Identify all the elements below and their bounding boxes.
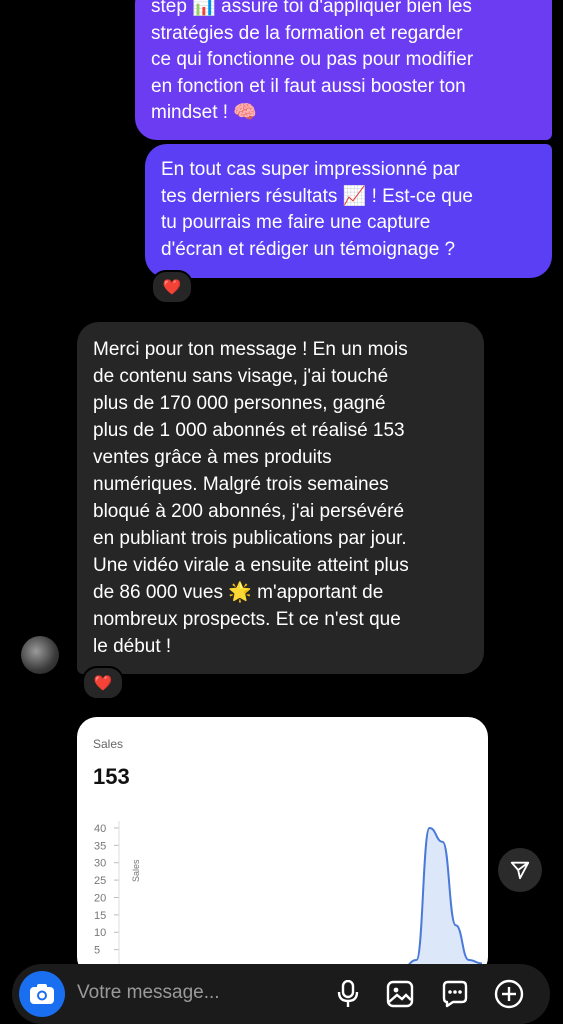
message-line: ventes grâce à mes produits: [93, 447, 332, 468]
message-line: Merci pour ton message ! En un mois: [93, 339, 408, 360]
sales-chart: 40 35 30 25 20 15 10 5 Sales: [94, 821, 483, 977]
incoming-message-bubble[interactable]: Merci pour ton message ! En un mois de c…: [77, 322, 484, 674]
sticker-icon: [442, 980, 468, 1008]
send-icon: [510, 861, 530, 880]
y-axis-label: Sales: [131, 859, 141, 882]
card-total: 153: [93, 764, 130, 789]
message-line: En tout cas super impressionné par: [161, 159, 460, 180]
message-line: numériques. Malgré trois semaines: [93, 474, 389, 495]
y-tick-label: 30: [94, 858, 106, 870]
y-tick-label: 10: [94, 927, 106, 939]
message-line: tu pourrais me faire une capture: [161, 212, 431, 233]
gallery-icon: [386, 980, 414, 1008]
message-line: de 86 000 vues 🌟 m'apportant de: [93, 582, 384, 603]
sticker-button[interactable]: [437, 976, 473, 1012]
camera-button[interactable]: [19, 971, 65, 1017]
heart-icon: ❤️: [93, 675, 113, 692]
message-line: Une vidéo virale a ensuite atteint plus: [93, 555, 409, 576]
message-line: de contenu sans visage, j'ai touché: [93, 366, 389, 387]
y-tick-label: 25: [94, 875, 106, 887]
plus-icon: [494, 979, 524, 1009]
gallery-button[interactable]: [382, 976, 418, 1012]
outgoing-message-bubble[interactable]: step 📊 assure toi d'appliquer bien les s…: [135, 0, 552, 140]
message-line: le début !: [93, 636, 172, 657]
microphone-icon: [337, 980, 359, 1007]
message-composer[interactable]: Votre message...: [12, 964, 550, 1024]
microphone-button[interactable]: [330, 976, 366, 1012]
message-line: nombreux prospects. Et ce n'est que: [93, 609, 401, 630]
message-line: plus de 170 000 personnes, gagné: [93, 393, 386, 414]
heart-icon: ❤️: [162, 279, 182, 296]
outgoing-message-bubble[interactable]: En tout cas super impressionné par tes d…: [145, 144, 552, 278]
message-input[interactable]: Votre message...: [77, 982, 220, 1004]
message-line: mindset ! 🧠: [151, 102, 258, 123]
send-icon-button[interactable]: [498, 848, 542, 892]
y-tick-label: 20: [94, 892, 106, 904]
message-line: tes derniers résultats 📈 ! Est-ce que: [161, 185, 473, 207]
card-label: Sales: [93, 737, 124, 751]
message-line: plus de 1 000 abonnés et réalisé 153: [93, 420, 405, 441]
camera-icon: [30, 984, 54, 1004]
message-line: en publiant trois publications par jour.: [93, 528, 407, 549]
avatar[interactable]: [21, 636, 59, 674]
series-area: [141, 827, 482, 967]
message-line: en fonction et il faut aussi booster ton: [151, 75, 466, 97]
message-line: step 📊 assure toi d'appliquer bien les: [151, 0, 472, 17]
y-tick-label: 40: [94, 823, 106, 835]
message-line: bloqué à 200 abonnés, j'ai persévéré: [93, 501, 405, 522]
y-tick-label: 15: [94, 910, 106, 922]
shared-image-card[interactable]: Sales 153 40 35 30 25 20 15 10 5 Sales: [77, 717, 488, 977]
add-button[interactable]: [491, 976, 527, 1012]
message-line: stratégies de la formation et regarder: [151, 22, 463, 44]
heart-reaction[interactable]: ❤️: [151, 270, 193, 304]
y-tick-label: 35: [94, 840, 106, 852]
heart-reaction[interactable]: ❤️: [82, 666, 124, 700]
message-line: d'écran et rédiger un témoignage ?: [161, 238, 456, 260]
message-line: ce qui fonctionne ou pas pour modifier: [151, 49, 474, 70]
y-tick-label: 5: [94, 945, 100, 957]
